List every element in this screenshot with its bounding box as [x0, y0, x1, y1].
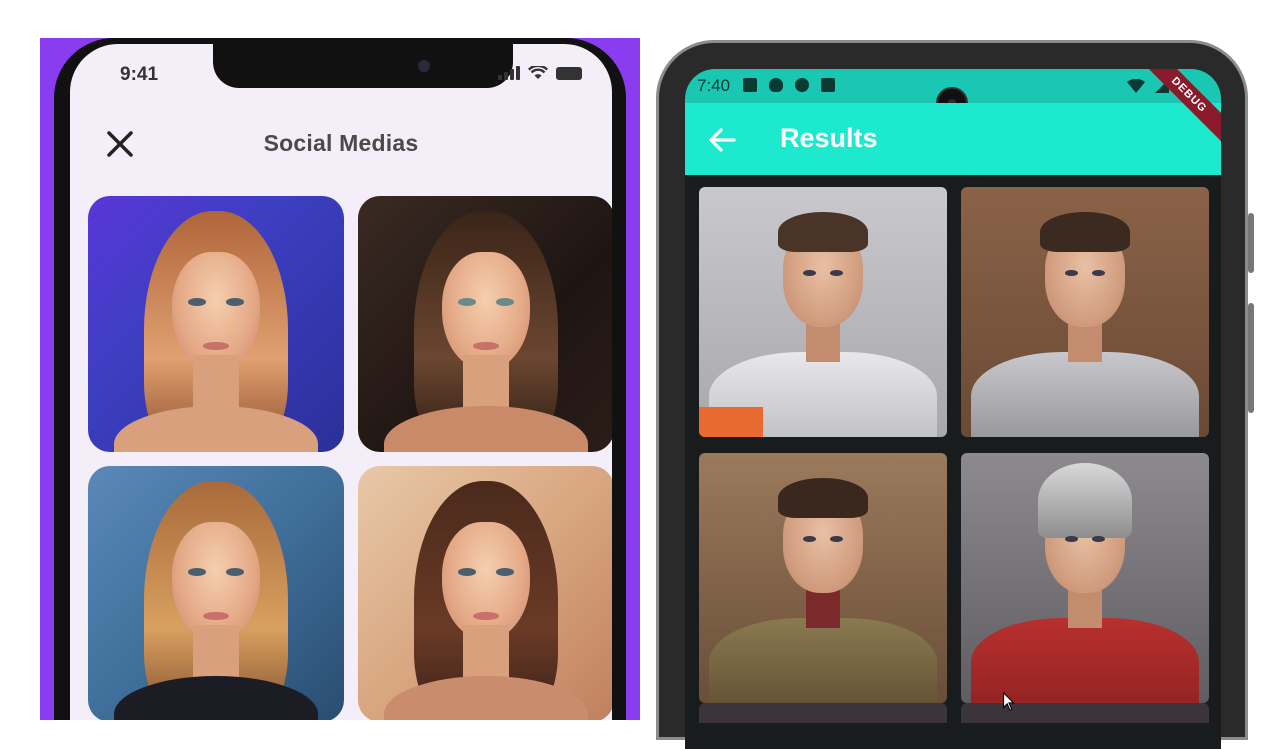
- app-bar: Results: [685, 103, 1221, 175]
- sd-card-icon: [821, 78, 835, 92]
- status-time: 7:40: [697, 76, 731, 95]
- android-frame: 7:40 Results DEBUG: [656, 40, 1254, 749]
- app-bar-title: Results: [780, 123, 878, 153]
- result-image[interactable]: [699, 187, 947, 437]
- left-phone-backdrop: 9:41 Social Medias: [40, 38, 640, 720]
- result-image[interactable]: [961, 187, 1209, 437]
- notification-icons: [743, 78, 835, 92]
- download-icon: [795, 78, 809, 92]
- battery-icon: [556, 67, 582, 80]
- mouse-cursor-icon: [1003, 692, 1015, 711]
- status-time: 9:41: [120, 64, 159, 85]
- front-camera-icon: [418, 60, 430, 72]
- results-grid: [699, 187, 1209, 703]
- page-title: Social Medias: [263, 130, 419, 156]
- wifi-icon: [528, 66, 548, 80]
- notification-a-icon: [743, 78, 757, 92]
- android-screen: 7:40 Results DEBUG: [685, 69, 1221, 749]
- portrait-card[interactable]: [358, 466, 612, 720]
- portrait-card[interactable]: [88, 466, 344, 720]
- portrait-grid: [88, 196, 612, 720]
- portrait-card[interactable]: [358, 196, 612, 452]
- wifi-icon: [1127, 79, 1145, 93]
- result-image[interactable]: [699, 453, 947, 703]
- iphone-notch: [213, 44, 513, 88]
- shield-icon: [769, 78, 783, 92]
- result-image[interactable]: [961, 453, 1209, 703]
- volume-button: [1248, 213, 1254, 273]
- iphone-screen: 9:41 Social Medias: [70, 44, 612, 720]
- iphone-frame: 9:41 Social Medias: [54, 38, 626, 720]
- back-arrow-icon[interactable]: [707, 125, 737, 155]
- status-icons: [498, 66, 582, 80]
- power-button: [1248, 303, 1254, 413]
- next-row-peek: [699, 703, 1209, 723]
- portrait-card[interactable]: [88, 196, 344, 452]
- cellular-signal-icon: [498, 66, 520, 80]
